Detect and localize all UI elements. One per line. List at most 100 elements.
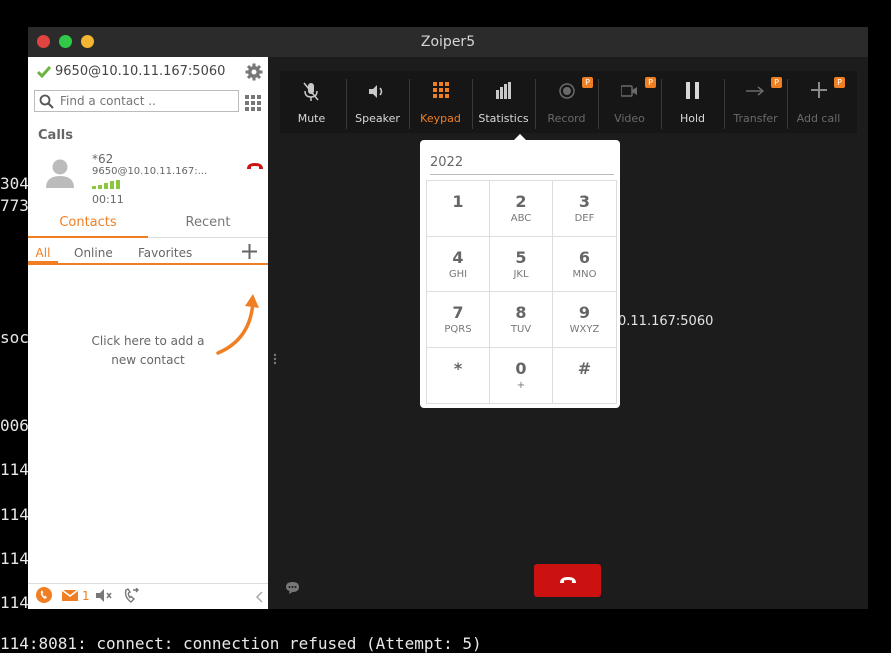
dial-key-star[interactable]: * xyxy=(427,347,490,403)
dial-key-7[interactable]: 7 PQRS xyxy=(427,292,490,348)
signal-strength-icon xyxy=(92,180,120,189)
premium-badge: P xyxy=(771,77,782,88)
record-icon xyxy=(559,83,575,99)
mute-button[interactable]: Mute xyxy=(280,71,343,133)
key-letters: ABC xyxy=(510,213,532,224)
statistics-label: Statistics xyxy=(478,112,529,125)
account-registered-check-icon xyxy=(37,66,51,78)
add-call-button[interactable]: Add call P xyxy=(787,71,850,133)
speaker-label: Speaker xyxy=(355,112,400,125)
key-letters: DEF xyxy=(574,213,595,224)
chat-icon[interactable] xyxy=(285,581,300,595)
search-box xyxy=(34,90,239,112)
video-icon xyxy=(621,85,637,97)
mic-muted-icon xyxy=(303,82,319,101)
bottom-bar: 1 xyxy=(28,583,268,609)
dial-key-0[interactable]: 0 + xyxy=(490,347,553,403)
zoiper-window: Zoiper5 9650@10.10.11.167:5060 Calls *62… xyxy=(28,27,868,609)
add-contact-icon[interactable] xyxy=(242,244,257,259)
key-letters: PQRS xyxy=(444,324,472,335)
hint-line-1: Click here to add a xyxy=(91,334,205,348)
search-input[interactable] xyxy=(60,92,235,110)
record-button[interactable]: Record P xyxy=(535,71,598,133)
key-letters: + xyxy=(516,379,526,391)
speaker-button[interactable]: Speaker xyxy=(346,71,409,133)
dialpad-grid-icon[interactable] xyxy=(245,95,261,111)
key-digit: 9 xyxy=(578,303,591,322)
dial-key-9[interactable]: 9 WXYZ xyxy=(553,292,616,348)
dial-key-2[interactable]: 2 ABC xyxy=(490,181,553,237)
key-digit: # xyxy=(577,358,592,378)
hold-button[interactable]: Hold xyxy=(661,71,724,133)
window-title: Zoiper5 xyxy=(420,34,476,50)
key-digit: * xyxy=(453,358,463,378)
dial-key-6[interactable]: 6 MNO xyxy=(553,237,616,292)
hangup-icon[interactable] xyxy=(246,162,264,170)
dial-key-1[interactable]: 1 xyxy=(427,181,490,237)
hint-line-2: new contact xyxy=(111,353,185,367)
gear-icon[interactable] xyxy=(245,63,263,81)
dialpad-grid: 1 2 ABC 3 DEF 4 GHI 5 JKL 6 MNO 7 PQRS 8 TUV 9 W… xyxy=(426,180,617,404)
key-digit: 4 xyxy=(452,247,464,267)
title-bar[interactable]: Zoiper5 xyxy=(28,27,868,57)
statistics-button[interactable]: Statistics xyxy=(472,71,535,133)
presence-status-icon[interactable] xyxy=(36,587,52,603)
key-letters: TUV xyxy=(510,324,532,335)
collapse-panel-chevron-icon[interactable] xyxy=(255,591,263,603)
speaker-icon xyxy=(369,85,383,98)
add-icon xyxy=(811,82,827,98)
mail-icon[interactable] xyxy=(62,590,78,601)
call-toolbar: Mute Speaker Keypad Statistics Record P xyxy=(280,71,857,133)
keypad-button[interactable]: Keypad xyxy=(409,71,472,133)
call-panel: Mute Speaker Keypad Statistics Record P xyxy=(268,57,868,609)
keypad-popup: 1 2 ABC 3 DEF 4GHI 5JKL 6MNO 7 PQRS 8 TUV 9 W… xyxy=(420,134,620,408)
premium-badge: P xyxy=(834,77,845,88)
call-address-text: 0.11.167:5060 xyxy=(618,314,714,329)
dial-key-8[interactable]: 8 TUV xyxy=(490,292,553,348)
premium-badge: P xyxy=(582,77,593,88)
add-call-label: Add call xyxy=(796,112,841,125)
hangup-button[interactable] xyxy=(534,564,601,597)
search-icon xyxy=(39,94,54,109)
keypad-label: Keypad xyxy=(420,112,461,125)
account-name[interactable]: 9650@10.10.11.167:5060 xyxy=(55,64,225,79)
add-contact-hint[interactable]: Click here to add a new contact xyxy=(78,332,218,370)
record-label: Record xyxy=(547,112,586,125)
key-digit: 3 xyxy=(578,192,591,211)
dial-key-4[interactable]: 4 GHI xyxy=(427,236,490,292)
transfer-button[interactable]: Transfer P xyxy=(724,71,787,133)
dial-number-input[interactable] xyxy=(430,150,614,175)
dial-key-5[interactable]: 5 JKL xyxy=(490,236,553,292)
hangup-icon xyxy=(560,577,576,583)
terminal-line: 114 xyxy=(0,593,29,612)
calls-heading: Calls xyxy=(38,128,73,143)
speaker-icon[interactable] xyxy=(96,589,113,602)
statistics-icon xyxy=(496,82,511,99)
call-account: 9650@10.10.11.167:... xyxy=(92,166,208,177)
dial-key-hash[interactable]: # xyxy=(553,348,616,404)
tab-contacts[interactable]: Contacts xyxy=(28,208,148,238)
panel-resize-handle-icon[interactable] xyxy=(273,353,277,365)
key-digit: 0 xyxy=(515,358,527,378)
filter-online[interactable]: Online xyxy=(74,246,113,260)
curved-arrow-icon xyxy=(216,294,259,355)
terminal-line: 114:8081: connect: connection refused (A… xyxy=(0,634,482,653)
filter-favorites[interactable]: Favorites xyxy=(138,246,192,260)
terminal-line: 114 xyxy=(0,460,29,479)
contact-filters: All Online Favorites xyxy=(28,241,268,265)
pause-icon xyxy=(686,82,699,99)
terminal-line: 114 xyxy=(0,549,29,568)
call-forward-icon[interactable] xyxy=(123,588,139,604)
call-number: *62 xyxy=(92,152,114,166)
mute-label: Mute xyxy=(297,112,326,125)
video-button[interactable]: Video P xyxy=(598,71,661,133)
key-letters: MNO xyxy=(572,268,597,280)
dial-key-3[interactable]: 3 DEF xyxy=(553,181,616,237)
active-call-item[interactable]: *62 9650@10.10.11.167:... 00:11 xyxy=(28,149,268,207)
filter-all[interactable]: All xyxy=(28,241,58,263)
tab-recent[interactable]: Recent xyxy=(148,208,268,238)
transfer-label: Transfer xyxy=(733,112,778,125)
key-digit: 7 xyxy=(452,303,464,322)
video-label: Video xyxy=(614,112,645,125)
key-digit: 1 xyxy=(452,192,464,211)
